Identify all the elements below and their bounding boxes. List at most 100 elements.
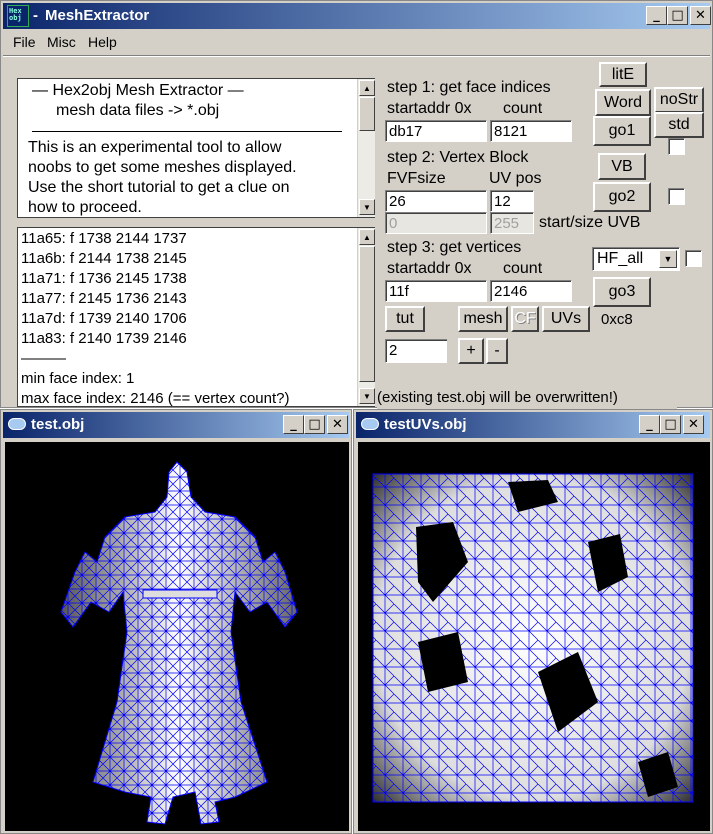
minimize-button[interactable]: _ (639, 415, 660, 434)
increment-button[interactable]: + (458, 338, 484, 364)
log-scrollbar[interactable]: ▲ ▼ (357, 228, 375, 406)
menu-divider (3, 55, 710, 57)
info-line-3: Use the short tutorial to get a clue on (28, 179, 290, 196)
app-icon: Hex obj (7, 5, 29, 27)
cf-button: CF (511, 306, 539, 332)
vb-button[interactable]: VB (598, 153, 646, 180)
uv-pos-input[interactable]: 12 (490, 190, 534, 212)
step2-checkbox[interactable] (668, 188, 685, 205)
log-line: 11a6b: f 2144 1738 2145 (21, 250, 187, 267)
offset-readout: 0xc8 (599, 309, 639, 331)
format-select-value: HF_all (597, 250, 644, 267)
info-textarea[interactable]: — Hex2obj Mesh Extractor — mesh data fil… (17, 78, 375, 218)
step1-title: step 1: get face indices (387, 79, 551, 96)
format-select[interactable]: HF_all ▼ (592, 247, 680, 271)
go1-button[interactable]: go1 (593, 116, 651, 146)
scroll-thumb[interactable] (359, 97, 375, 131)
minimize-button[interactable]: _ (283, 415, 304, 434)
info-line-2: noobs to get some meshes displayed. (28, 159, 297, 176)
step3-count-input[interactable]: 2146 (490, 280, 572, 302)
mesh-button[interactable]: mesh (458, 306, 508, 332)
log-line: 11a83: f 2140 1739 2146 (21, 330, 187, 347)
uvb-label: start/size UVB (537, 212, 651, 234)
go3-button[interactable]: go3 (593, 277, 651, 307)
scroll-up-icon[interactable]: ▲ (359, 229, 375, 245)
menu-bar: File Misc Help (3, 31, 710, 53)
log-line: 11a65: f 1738 2144 1737 (21, 230, 187, 247)
maximize-button[interactable]: □ (660, 415, 681, 434)
window-icon (8, 418, 26, 430)
lite-button[interactable]: litE (599, 62, 647, 87)
test-uvs-titlebar[interactable]: testUVs.obj _ □ ✕ (356, 412, 710, 438)
info-divider (32, 131, 342, 132)
word-button[interactable]: Word (595, 89, 651, 116)
main-window: Hex obj - MeshExtractor _ □ ✕ File Misc H… (0, 0, 713, 409)
log-line: 11a71: f 1736 2145 1738 (21, 270, 187, 287)
menu-file[interactable]: File (13, 34, 36, 50)
test-obj-title: test.obj (31, 416, 85, 433)
character-silhouette (60, 461, 298, 825)
uvs-button[interactable]: UVs (542, 306, 590, 332)
info-line-1: This is an experimental tool to allow (28, 139, 282, 156)
menu-help[interactable]: Help (88, 34, 117, 50)
character-mesh-render (60, 461, 298, 825)
info-line-4: how to proceed. (28, 199, 142, 216)
log-line: 11a77: f 2145 1736 2143 (21, 290, 187, 307)
scroll-down-icon[interactable]: ▼ (359, 388, 375, 404)
uvb-start-input: 0 (385, 212, 487, 234)
step1-addr-input[interactable]: db17 (385, 120, 487, 142)
scroll-down-icon[interactable]: ▼ (359, 199, 375, 215)
close-button[interactable]: ✕ (683, 415, 704, 434)
step3-title: step 3: get vertices (387, 239, 522, 256)
uvb-size-input: 255 (490, 212, 534, 234)
test-uvs-title: testUVs.obj (384, 416, 467, 433)
uv-islands (372, 473, 694, 803)
step1-count-input[interactable]: 8121 (490, 120, 572, 142)
step2-fvf-label: FVFsize UV pos (387, 170, 542, 187)
scroll-up-icon[interactable]: ▲ (359, 80, 375, 96)
step2-uv-label: UV pos (489, 170, 542, 187)
minimize-button[interactable]: _ (646, 6, 667, 25)
menu-misc[interactable]: Misc (47, 34, 76, 50)
scroll-thumb[interactable] (359, 246, 375, 382)
test-uvs-viewport[interactable] (358, 442, 710, 831)
app-title-dash: - (33, 7, 38, 24)
log-line: 11a7d: f 1739 2140 1706 (21, 310, 187, 327)
fvf-size-input[interactable]: 26 (385, 190, 487, 212)
info-subtitle: mesh data files -> *.obj (56, 102, 220, 119)
step2-title: step 2: Vertex Block (387, 149, 529, 166)
test-obj-viewport[interactable] (5, 442, 349, 831)
step3-addr-label: startaddr 0x count (387, 260, 543, 277)
test-uvs-window: testUVs.obj _ □ ✕ (353, 409, 713, 834)
main-titlebar[interactable]: Hex obj - MeshExtractor _ □ ✕ (3, 3, 711, 29)
step3-panel: step 3: get vertices startaddr 0x count (385, 237, 587, 281)
overwrite-hint: (existing test.obj will be overwritten!) (377, 387, 677, 409)
step2-panel: step 2: Vertex Block FVFsize UV pos (385, 147, 587, 191)
step3-checkbox[interactable] (685, 250, 702, 267)
test-obj-window: test.obj _ □ ✕ (0, 409, 352, 834)
decrement-button[interactable]: - (486, 338, 508, 364)
log-line: max face index: 2146 (== vertex count?) (21, 390, 290, 407)
window-icon (361, 418, 379, 430)
close-button[interactable]: ✕ (690, 6, 711, 25)
uv-layout-render (372, 473, 694, 803)
chevron-down-icon[interactable]: ▼ (659, 250, 677, 268)
test-obj-titlebar[interactable]: test.obj _ □ ✕ (3, 412, 349, 438)
maximize-button[interactable]: □ (667, 6, 688, 25)
log-line: min face index: 1 (21, 370, 135, 387)
go2-button[interactable]: go2 (593, 182, 651, 212)
step1-checkbox[interactable] (668, 138, 685, 155)
info-title: — Hex2obj Mesh Extractor — (32, 82, 244, 99)
close-button[interactable]: ✕ (327, 415, 348, 434)
nostr-button[interactable]: noStr (654, 87, 704, 113)
step1-panel: step 1: get face indices startaddr 0x cou… (385, 77, 587, 121)
step1-addr-label: startaddr 0x count (387, 100, 543, 117)
step3-addr-input[interactable]: 11f (385, 280, 487, 302)
info-scrollbar[interactable]: ▲ ▼ (357, 79, 375, 217)
log-separator: ——— (21, 350, 66, 367)
maximize-button[interactable]: □ (304, 415, 325, 434)
stepper-input[interactable]: 2 (385, 339, 447, 363)
std-button[interactable]: std (654, 112, 704, 138)
log-textarea[interactable]: 11a65: f 1738 2144 1737 11a6b: f 2144 17… (17, 227, 375, 407)
tut-button[interactable]: tut (385, 306, 425, 332)
